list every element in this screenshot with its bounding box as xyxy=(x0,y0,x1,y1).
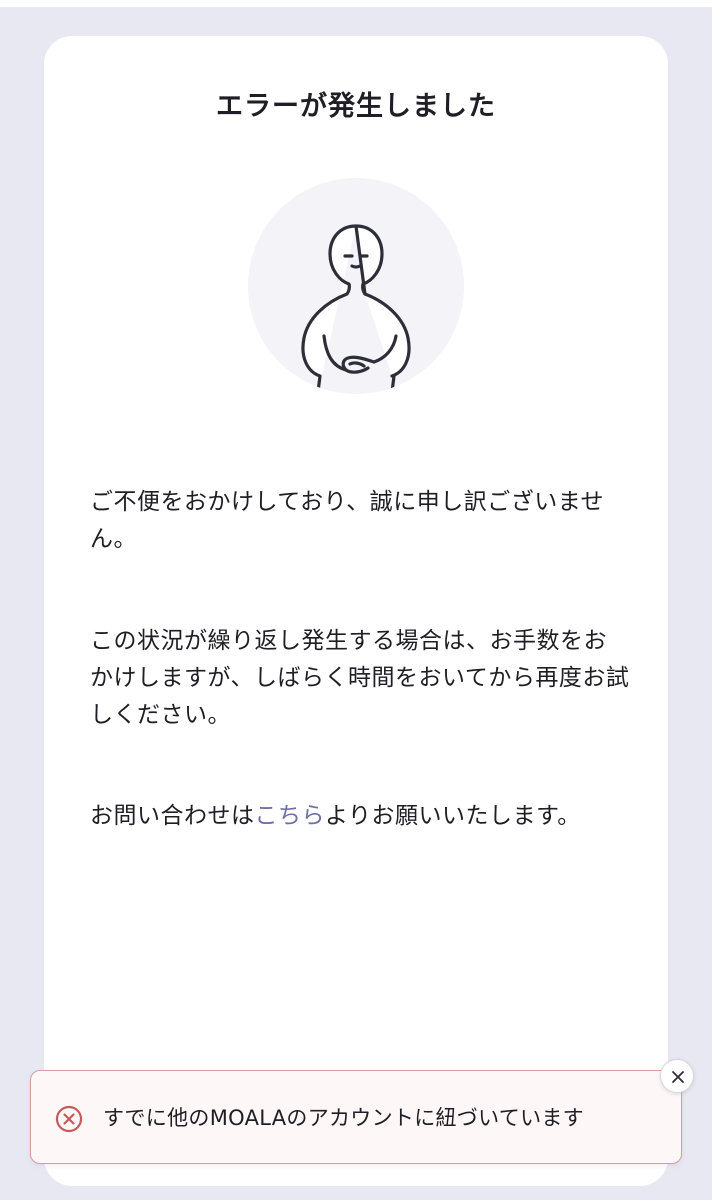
error-circle-icon xyxy=(55,1105,83,1133)
contact-text-before: お問い合わせは xyxy=(90,803,255,829)
toast-close-button[interactable] xyxy=(660,1059,694,1093)
top-strip xyxy=(0,0,712,7)
apology-paragraph: ご不便をおかけしており、誠に申し訳ございません。 xyxy=(90,489,605,552)
contact-link[interactable]: こちら xyxy=(255,803,326,829)
close-icon xyxy=(672,1071,684,1083)
contact-paragraph: お問い合わせはこちらよりお願いいたします。 xyxy=(90,798,630,835)
error-toast: すでに他のMOALAのアカウントに紐づいています xyxy=(30,1070,682,1164)
contact-text-after: よりお願いいたします。 xyxy=(325,803,581,829)
bowing-person-icon xyxy=(246,178,466,394)
page-title: エラーが発生しました xyxy=(216,91,496,122)
toast-message: すでに他のMOALAのアカウントに紐づいています xyxy=(103,1106,584,1130)
retry-paragraph: この状況が繰り返し発生する場合は、お手数をおかけしますが、しばらく時間をおいてか… xyxy=(90,628,630,728)
